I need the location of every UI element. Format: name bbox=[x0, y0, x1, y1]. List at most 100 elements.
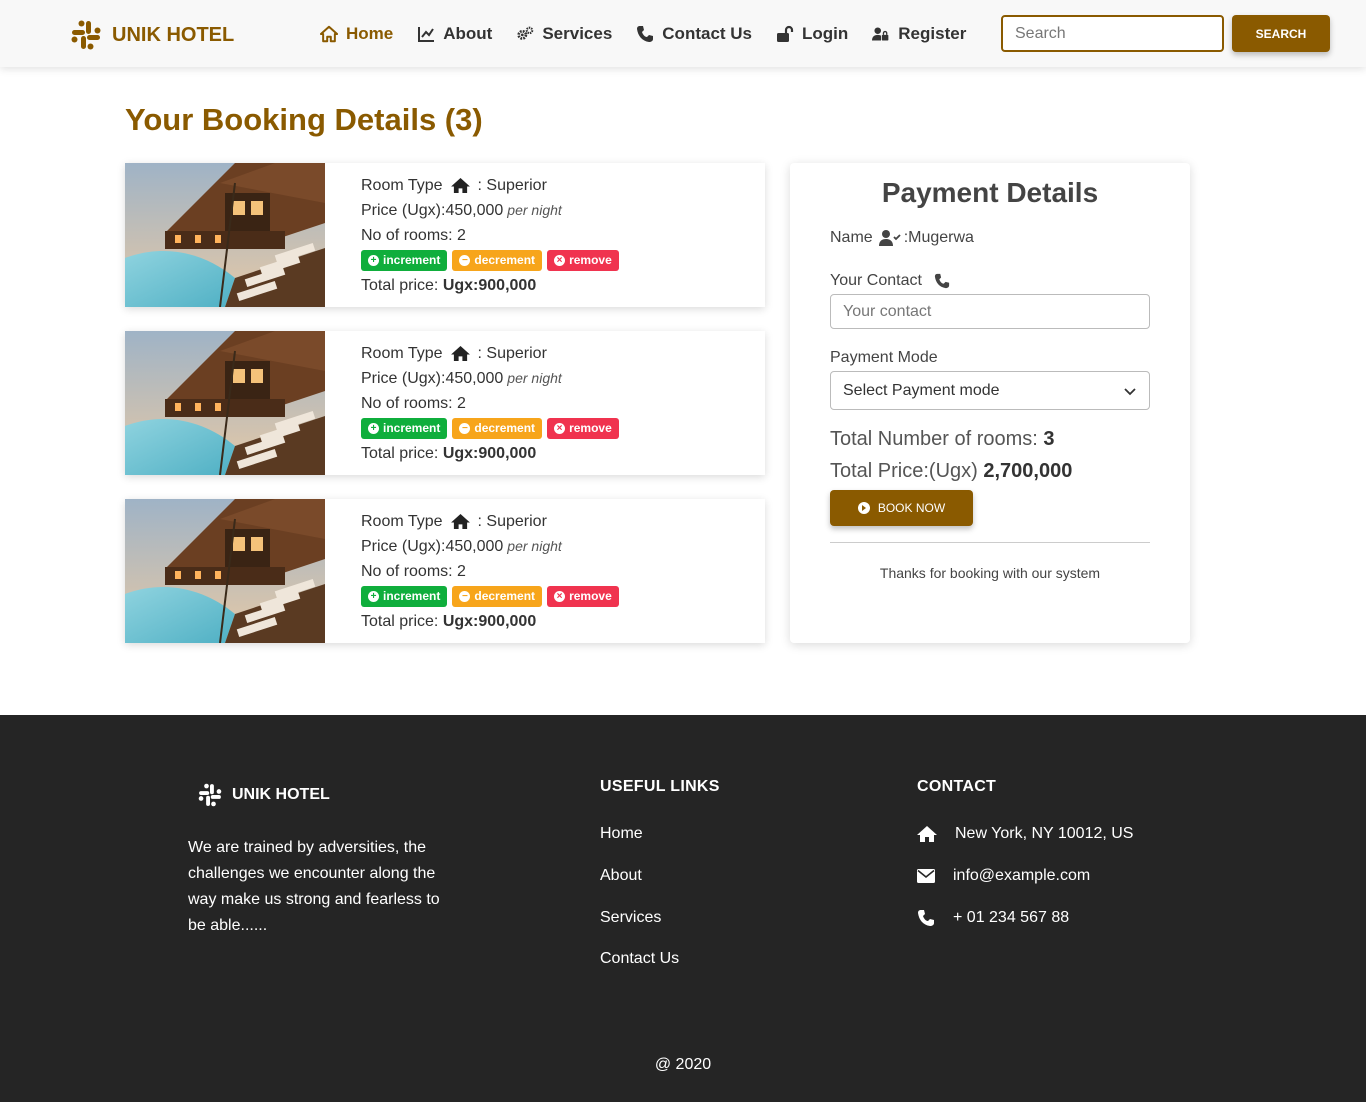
close-circle-icon: × bbox=[554, 423, 566, 434]
footer-email: info@example.com bbox=[917, 867, 1090, 885]
name-row: Name :Mugerwa bbox=[830, 229, 974, 247]
rooms-value: 2 bbox=[457, 395, 466, 412]
decrement-label: decrement bbox=[474, 421, 536, 435]
decrement-button[interactable]: − decrement bbox=[452, 250, 543, 271]
navbar: UNIK HOTEL Home About Services Contact U… bbox=[0, 0, 1366, 67]
footer: UNIK HOTEL We are trained by adversities… bbox=[0, 715, 1366, 1102]
footer-phone: + 01 234 567 88 bbox=[917, 909, 1069, 927]
footer-link-about[interactable]: About bbox=[600, 867, 642, 885]
nav-login-label: Login bbox=[802, 23, 849, 43]
room-image bbox=[125, 331, 325, 475]
price-label: Price (Ugx): bbox=[361, 202, 446, 219]
home-icon bbox=[917, 826, 937, 842]
room-type-value: : Superior bbox=[477, 513, 547, 530]
quantity-actions: + increment − decrement × remove bbox=[361, 418, 619, 439]
plus-circle-icon: + bbox=[368, 423, 379, 434]
name-label: Name bbox=[830, 229, 873, 246]
brand-logo[interactable]: UNIK HOTEL bbox=[68, 17, 234, 53]
room-image bbox=[125, 163, 325, 307]
footer-brand-name: UNIK HOTEL bbox=[232, 786, 330, 803]
nav-about[interactable]: About bbox=[417, 24, 492, 44]
payment-mode-select[interactable]: Select Payment mode bbox=[830, 371, 1150, 410]
plus-circle-icon: + bbox=[368, 591, 379, 602]
contact-heading: CONTACT bbox=[917, 778, 997, 795]
copyright: @ 2020 bbox=[654, 1056, 712, 1073]
total-value: Ugx:900,000 bbox=[442, 613, 537, 630]
price-value: 450,000 bbox=[445, 538, 504, 555]
nav-register[interactable]: Register bbox=[872, 24, 966, 44]
nav-services-label: Services bbox=[542, 23, 613, 43]
envelope-icon bbox=[917, 869, 935, 883]
decrement-label: decrement bbox=[474, 589, 536, 603]
booking-card: Room Type : Superior Price (Ugx): 450,00… bbox=[125, 331, 765, 475]
room-type-row: Room Type : Superior bbox=[361, 173, 619, 198]
total-price-value: 2,700,000 bbox=[983, 460, 1073, 482]
minus-circle-icon: − bbox=[459, 423, 471, 434]
total-row: Total price: Ugx:900,000 bbox=[361, 441, 619, 466]
total-rooms-label: Total Number of rooms: bbox=[830, 428, 1038, 450]
total-rooms-row: Total Number of rooms: 3 bbox=[830, 428, 1055, 451]
price-value: 450,000 bbox=[445, 202, 504, 219]
search-input[interactable] bbox=[1001, 15, 1224, 52]
rooms-value: 2 bbox=[457, 563, 466, 580]
contact-input[interactable] bbox=[830, 294, 1150, 329]
booking-info: Room Type : Superior Price (Ugx): 450,00… bbox=[325, 331, 619, 475]
total-label: Total price: bbox=[361, 613, 439, 630]
rooms-row: No of rooms: 2 bbox=[361, 391, 619, 416]
booking-info: Room Type : Superior Price (Ugx): 450,00… bbox=[325, 163, 619, 307]
remove-button[interactable]: × remove bbox=[547, 418, 619, 439]
footer-brand[interactable]: UNIK HOTEL bbox=[196, 781, 330, 809]
increment-label: increment bbox=[383, 253, 441, 267]
nav-login[interactable]: Login bbox=[776, 24, 848, 44]
per-night-text: per night bbox=[507, 202, 562, 218]
divider bbox=[830, 542, 1150, 543]
price-value: 450,000 bbox=[445, 370, 504, 387]
contact-label: Your Contact bbox=[830, 272, 922, 289]
user-lock-icon bbox=[872, 26, 889, 41]
quantity-actions: + increment − decrement × remove bbox=[361, 586, 619, 607]
contact-label-row: Your Contact bbox=[830, 272, 950, 290]
per-night-text: per night bbox=[507, 538, 562, 554]
increment-label: increment bbox=[383, 421, 441, 435]
total-row: Total price: Ugx:900,000 bbox=[361, 609, 619, 634]
chevron-down-icon bbox=[1124, 387, 1136, 395]
footer-link-services[interactable]: Services bbox=[600, 909, 661, 927]
increment-button[interactable]: + increment bbox=[361, 250, 448, 271]
increment-button[interactable]: + increment bbox=[361, 586, 448, 607]
phone-icon bbox=[934, 273, 950, 289]
increment-button[interactable]: + increment bbox=[361, 418, 448, 439]
increment-label: increment bbox=[383, 589, 441, 603]
payment-mode-selected: Select Payment mode bbox=[843, 381, 1000, 399]
rooms-row: No of rooms: 2 bbox=[361, 559, 619, 584]
payment-mode-label: Payment Mode bbox=[830, 349, 938, 366]
brand-name: UNIK HOTEL bbox=[112, 23, 235, 46]
phone-icon bbox=[918, 910, 934, 926]
slack-logo-icon bbox=[71, 20, 101, 50]
footer-link-home[interactable]: Home bbox=[600, 825, 643, 843]
home-icon bbox=[320, 25, 338, 42]
close-circle-icon: × bbox=[554, 255, 566, 266]
book-now-button[interactable]: BOOK NOW bbox=[830, 490, 973, 526]
phone-text: + 01 234 567 88 bbox=[953, 909, 1070, 926]
nav-contact[interactable]: Contact Us bbox=[636, 24, 752, 44]
book-now-label: BOOK NOW bbox=[877, 501, 946, 515]
remove-button[interactable]: × remove bbox=[547, 586, 619, 607]
close-circle-icon: × bbox=[554, 591, 566, 602]
room-type-value: : Superior bbox=[477, 177, 547, 194]
nav-about-label: About bbox=[443, 23, 493, 43]
footer-link-contact[interactable]: Contact Us bbox=[600, 950, 679, 968]
search-button[interactable]: SEARCH bbox=[1232, 15, 1330, 52]
nav-services[interactable]: Services bbox=[516, 24, 612, 44]
name-value: :Mugerwa bbox=[903, 229, 974, 246]
decrement-button[interactable]: − decrement bbox=[452, 418, 543, 439]
remove-label: remove bbox=[569, 589, 612, 603]
decrement-button[interactable]: − decrement bbox=[452, 586, 543, 607]
quantity-actions: + increment − decrement × remove bbox=[361, 250, 619, 271]
minus-circle-icon: − bbox=[459, 591, 471, 602]
per-night-text: per night bbox=[507, 370, 562, 386]
rooms-label: No of rooms: bbox=[361, 563, 453, 580]
remove-button[interactable]: × remove bbox=[547, 250, 619, 271]
nav-home[interactable]: Home bbox=[320, 24, 393, 44]
total-label: Total price: bbox=[361, 277, 439, 294]
room-type-value: : Superior bbox=[477, 345, 547, 362]
